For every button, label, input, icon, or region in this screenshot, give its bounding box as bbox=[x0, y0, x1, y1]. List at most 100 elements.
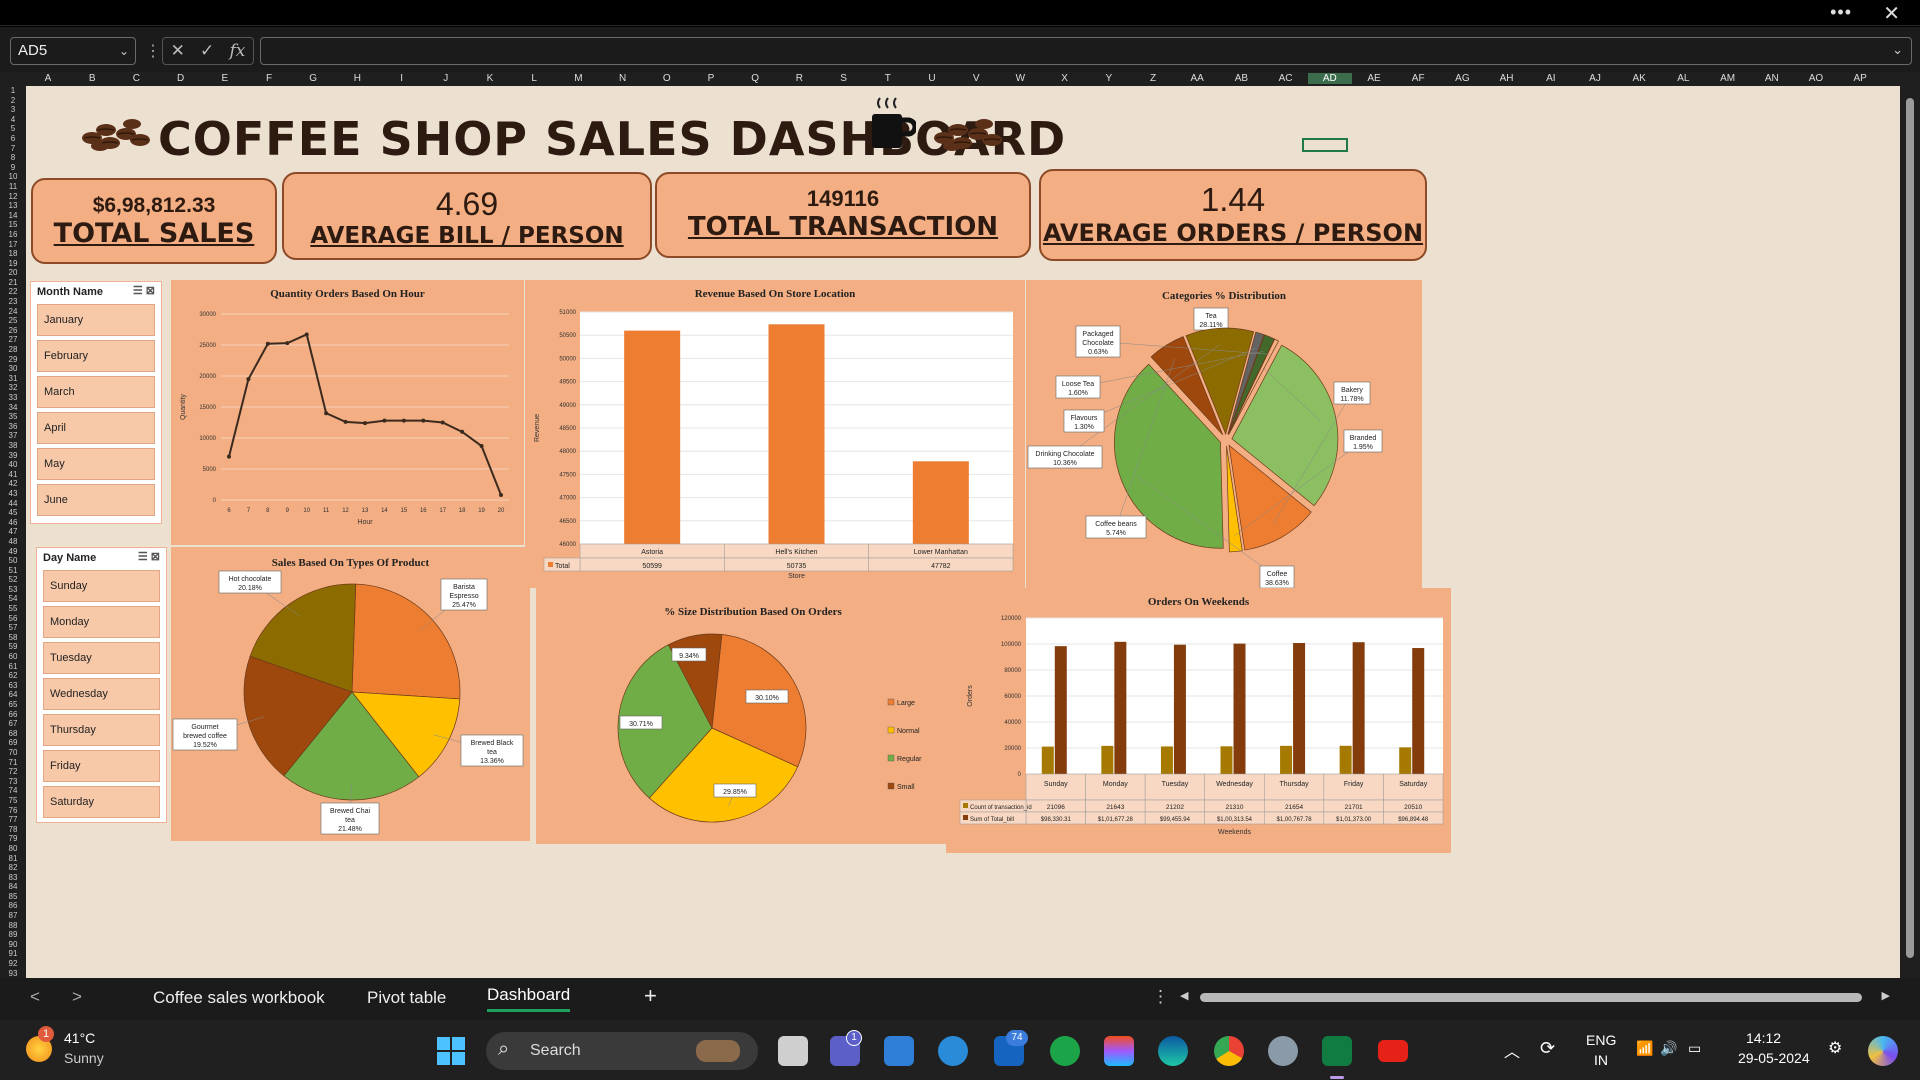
column-header-ak[interactable]: AK bbox=[1617, 73, 1661, 84]
column-header-v[interactable]: V bbox=[954, 73, 998, 84]
row-header[interactable]: 16 bbox=[0, 230, 26, 240]
row-header[interactable]: 4 bbox=[0, 115, 26, 125]
row-header[interactable]: 25 bbox=[0, 316, 26, 326]
chevron-left-icon[interactable]: < bbox=[30, 987, 40, 1007]
clock-time[interactable]: 14:12 bbox=[1746, 1030, 1781, 1046]
row-header[interactable]: 19 bbox=[0, 259, 26, 269]
column-header-i[interactable]: I bbox=[380, 73, 424, 84]
column-header-ab[interactable]: AB bbox=[1219, 73, 1263, 84]
column-header-l[interactable]: L bbox=[512, 73, 556, 84]
chevron-down-icon[interactable]: ⌄ bbox=[119, 38, 129, 64]
notification-icon[interactable]: ⚙ bbox=[1828, 1038, 1842, 1058]
column-header-am[interactable]: AM bbox=[1706, 73, 1750, 84]
row-header[interactable]: 18 bbox=[0, 249, 26, 259]
column-header-y[interactable]: Y bbox=[1087, 73, 1131, 84]
column-header-a[interactable]: A bbox=[26, 73, 70, 84]
row-header[interactable]: 7 bbox=[0, 144, 26, 154]
slicer-item-sunday[interactable]: Sunday bbox=[43, 570, 160, 602]
row-header[interactable]: 80 bbox=[0, 844, 26, 854]
row-header[interactable]: 35 bbox=[0, 412, 26, 422]
row-header[interactable]: 62 bbox=[0, 671, 26, 681]
column-header-e[interactable]: E bbox=[203, 73, 247, 84]
row-header[interactable]: 86 bbox=[0, 901, 26, 911]
scroll-thumb[interactable] bbox=[1906, 98, 1914, 958]
row-header[interactable]: 55 bbox=[0, 604, 26, 614]
column-header-ai[interactable]: AI bbox=[1529, 73, 1573, 84]
row-header[interactable]: 46 bbox=[0, 518, 26, 528]
expand-formula-icon[interactable]: ⌄ bbox=[1892, 42, 1903, 58]
function-icon[interactable]: fx bbox=[230, 38, 246, 64]
column-header-q[interactable]: Q bbox=[733, 73, 777, 84]
column-header-x[interactable]: X bbox=[1043, 73, 1087, 84]
slicer-item-monday[interactable]: Monday bbox=[43, 606, 160, 638]
row-header[interactable]: 49 bbox=[0, 547, 26, 557]
row-header[interactable]: 45 bbox=[0, 508, 26, 518]
row-header[interactable]: 26 bbox=[0, 326, 26, 336]
row-header[interactable]: 78 bbox=[0, 825, 26, 835]
row-header[interactable]: 61 bbox=[0, 662, 26, 672]
slicer-item-march[interactable]: March bbox=[37, 376, 155, 408]
column-header-t[interactable]: T bbox=[866, 73, 910, 84]
row-header[interactable]: 77 bbox=[0, 815, 26, 825]
edge-icon[interactable] bbox=[1158, 1036, 1188, 1066]
slicer-item-february[interactable]: February bbox=[37, 340, 155, 372]
row-header[interactable]: 27 bbox=[0, 335, 26, 345]
slicer-item-june[interactable]: June bbox=[37, 484, 155, 516]
clock-date[interactable]: 29-05-2024 bbox=[1738, 1050, 1810, 1066]
row-header[interactable]: 47 bbox=[0, 527, 26, 537]
chevron-right-icon[interactable]: > bbox=[72, 987, 82, 1007]
column-header-ag[interactable]: AG bbox=[1440, 73, 1484, 84]
row-header[interactable]: 30 bbox=[0, 364, 26, 374]
slicer-item-friday[interactable]: Friday bbox=[43, 750, 160, 782]
row-header[interactable]: 24 bbox=[0, 307, 26, 317]
row-header[interactable]: 23 bbox=[0, 297, 26, 307]
row-header[interactable]: 79 bbox=[0, 834, 26, 844]
row-header[interactable]: 3 bbox=[0, 105, 26, 115]
row-header[interactable]: 10 bbox=[0, 172, 26, 182]
row-header[interactable]: 31 bbox=[0, 374, 26, 384]
column-header-al[interactable]: AL bbox=[1661, 73, 1705, 84]
row-header[interactable]: 13 bbox=[0, 201, 26, 211]
row-header[interactable]: 66 bbox=[0, 710, 26, 720]
slicer-item-tuesday[interactable]: Tuesday bbox=[43, 642, 160, 674]
row-header[interactable]: 5 bbox=[0, 124, 26, 134]
row-header[interactable]: 91 bbox=[0, 949, 26, 959]
row-header[interactable]: 41 bbox=[0, 470, 26, 480]
figma-icon[interactable] bbox=[1104, 1036, 1134, 1066]
column-header-an[interactable]: AN bbox=[1750, 73, 1794, 84]
row-header[interactable]: 63 bbox=[0, 681, 26, 691]
more-options-icon[interactable]: ••• bbox=[1830, 2, 1852, 23]
row-header[interactable]: 89 bbox=[0, 930, 26, 940]
tab-pivot-table[interactable]: Pivot table bbox=[367, 988, 446, 1008]
row-header[interactable]: 39 bbox=[0, 451, 26, 461]
row-header[interactable]: 53 bbox=[0, 585, 26, 595]
row-header[interactable]: 11 bbox=[0, 182, 26, 192]
slicer-item-april[interactable]: April bbox=[37, 412, 155, 444]
column-header-b[interactable]: B bbox=[70, 73, 114, 84]
column-header-ap[interactable]: AP bbox=[1838, 73, 1882, 84]
row-header[interactable]: 48 bbox=[0, 537, 26, 547]
row-header[interactable]: 1 bbox=[0, 86, 26, 96]
row-header[interactable]: 68 bbox=[0, 729, 26, 739]
row-header[interactable]: 93 bbox=[0, 969, 26, 978]
column-header-j[interactable]: J bbox=[424, 73, 468, 84]
tab-coffee-sales-workbook[interactable]: Coffee sales workbook bbox=[153, 988, 325, 1008]
row-header[interactable]: 85 bbox=[0, 892, 26, 902]
slicer-item-thursday[interactable]: Thursday bbox=[43, 714, 160, 746]
column-header-g[interactable]: G bbox=[291, 73, 335, 84]
slicer-item-may[interactable]: May bbox=[37, 448, 155, 480]
row-header[interactable]: 54 bbox=[0, 594, 26, 604]
row-header[interactable]: 84 bbox=[0, 882, 26, 892]
multi-select-icon[interactable]: ☰ ⊠ bbox=[133, 284, 155, 297]
column-header-ad[interactable]: AD bbox=[1307, 73, 1352, 84]
search-box[interactable]: ⌕ Search bbox=[486, 1032, 758, 1070]
column-header-z[interactable]: Z bbox=[1131, 73, 1175, 84]
row-header[interactable]: 76 bbox=[0, 806, 26, 816]
column-header-f[interactable]: F bbox=[247, 73, 291, 84]
column-header-ao[interactable]: AO bbox=[1794, 73, 1838, 84]
row-header[interactable]: 52 bbox=[0, 575, 26, 585]
row-header[interactable]: 69 bbox=[0, 738, 26, 748]
chart-size-distribution[interactable]: % Size Distribution Based On Orders 30.1… bbox=[536, 588, 970, 844]
column-header-ac[interactable]: AC bbox=[1264, 73, 1308, 84]
start-windows-icon[interactable] bbox=[437, 1037, 465, 1065]
